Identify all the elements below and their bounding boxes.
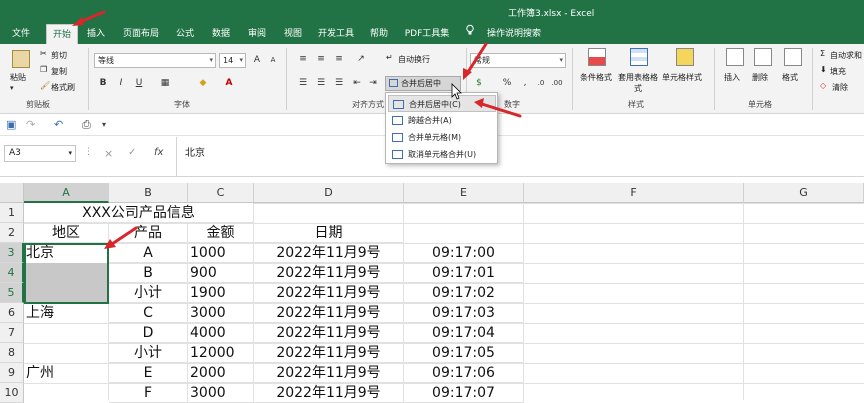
annotation-arrowhead-icon: [474, 98, 484, 108]
annotation-arrow-icon: [480, 102, 522, 118]
annotation-arrowhead-icon: [72, 17, 84, 26]
annotation-arrow-icon: [466, 42, 488, 74]
annotation-layer: [72, 10, 522, 249]
annotation-arrow-icon: [110, 226, 138, 246]
annotation-arrow-icon: [78, 10, 106, 24]
cursor-icon: [451, 83, 462, 100]
